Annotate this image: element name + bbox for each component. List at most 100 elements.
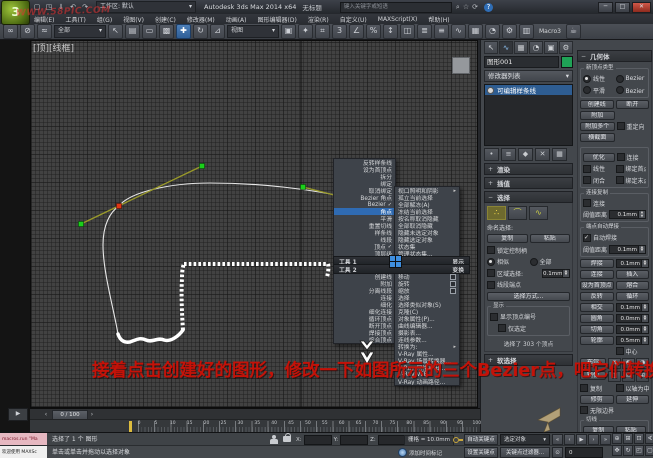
menu-graph-editors[interactable]: 图形编辑器(D) [258,15,297,24]
tab-modify[interactable]: ∿ [499,41,513,54]
field-of-view-icon[interactable]: ∢ [645,433,653,444]
selected-only-checkbox[interactable]: 仅选定 [498,324,567,333]
menu-item[interactable]: 克隆(C) [395,308,459,315]
alike-radio[interactable]: 相似 [487,257,528,266]
reference-coordinate-dropdown[interactable]: 视图▾ [227,25,279,38]
rollout-geometry[interactable]: −几何体 [577,50,652,62]
fillet-button[interactable]: 圆角 [580,314,614,323]
next-frame-button[interactable]: › [588,434,599,445]
menu-item[interactable]: 绑定 [334,180,395,187]
keyboard-override-icon[interactable]: ⌗ [315,24,330,39]
go-to-end-button[interactable]: » [600,434,611,445]
selected-vertex[interactable] [117,204,122,209]
y-coordinate-field[interactable] [340,435,368,445]
extend-button[interactable]: 延伸 [616,395,650,404]
outline-button[interactable]: 轮廓 [580,336,614,345]
menu-item[interactable]: 取消绑定 [334,187,395,194]
menu-animation[interactable]: 动画(A) [226,15,247,24]
menu-item[interactable]: 拆分 [334,173,395,180]
menu-item[interactable]: 连接 [334,294,395,301]
menu-item-bezier[interactable]: Bezier✓ [334,201,395,208]
menu-item[interactable]: 断开顶点 [334,322,395,329]
pan-icon[interactable]: ✥ [612,445,622,456]
refresh-icon[interactable]: ⟳ [472,3,478,12]
orbit-icon[interactable]: ↻ [623,445,633,456]
use-pivot-center-icon[interactable]: ▣ [281,24,296,39]
connect-copy-checkbox[interactable]: 连接 [583,199,646,208]
bulb-icon[interactable] [487,87,494,94]
select-by-name-icon[interactable]: ▤ [125,24,140,39]
key-filters-button[interactable]: 关键点过滤器... [500,447,550,458]
infinite-bounds-checkbox[interactable]: 无限边界 [580,406,649,415]
time-slider-left-arrow[interactable]: ‹ [42,410,50,419]
connect-checkbox[interactable]: 连接 [617,153,647,162]
menu-item[interactable]: 平滑 [334,215,395,222]
rollout-rendering[interactable]: +渲染 [484,163,573,175]
auto-weld-threshold-spinner[interactable]: 0.1mm▲▼ [609,245,646,254]
menu-item-scale[interactable]: 缩放 [395,287,459,294]
help-button[interactable]: ? [484,3,493,12]
go-to-start-button[interactable]: « [552,434,563,445]
menu-item[interactable]: Bezier 角点 [334,194,395,201]
menu-item[interactable]: 连线参数... [395,336,459,343]
mirror-copy-checkbox[interactable]: 复制 [580,384,614,393]
paste-named-selection-button[interactable]: 粘贴 [530,234,571,243]
tab-hierarchy[interactable]: ▦ [514,41,528,54]
bezier-corner-vertex-radio[interactable]: Bezier 角点 [616,86,647,95]
menu-item[interactable]: 对象属性(P)... [395,315,459,322]
menu-item[interactable]: 样条线 [334,229,395,236]
viewport-layout-icon[interactable]: ▢ [645,445,653,456]
modifier-stack[interactable]: 可编辑样条线 [484,84,573,146]
curve-editor-icon[interactable]: ∿ [451,24,466,39]
menu-item[interactable]: 冻结当前选择 [395,208,459,215]
bind-to-spacewarp-icon[interactable]: ≈ [37,24,52,39]
reverse-button[interactable]: 反转 [580,292,614,301]
fillet-spinner[interactable]: 0.0mm▲▼ [616,314,650,323]
menu-item[interactable]: 孤立当前选择 [395,194,459,201]
settings-box-icon[interactable] [450,281,456,287]
menu-item-corner-highlighted[interactable]: 角点 [334,208,395,215]
menu-item[interactable]: 全部取消隐藏 [395,222,459,229]
schematic-view-icon[interactable]: ▦ [468,24,483,39]
vertex-subobject-icon[interactable]: ∴ [487,206,506,220]
menu-item[interactable]: 摄影表... [395,329,459,336]
bind-last-checkbox[interactable]: 绑定末点 [616,176,647,185]
menu-help[interactable]: 帮助(H) [428,15,449,24]
stack-item-editable-spline[interactable]: 可编辑样条线 [485,85,572,95]
chamfer-spinner[interactable]: 0.0mm▲▼ [616,325,650,334]
unlink-selection-icon[interactable]: ⊘ [20,24,35,39]
bezier-handle-point[interactable] [79,222,84,227]
select-by-button[interactable]: 选择方式... [487,292,570,301]
zoom-extents-icon[interactable]: ⊡ [634,433,644,444]
selection-filter-dropdown[interactable]: 全部▾ [54,25,106,38]
search-icon[interactable]: ⌕ [456,3,460,12]
threshold-spinner[interactable]: 0.1mm▲▼ [609,210,646,219]
lock-handles-checkbox[interactable]: 锁定控制柄 [487,246,570,255]
menu-item[interactable]: 隐藏选定对象 [395,236,459,243]
selected-vertices-vertical[interactable] [182,264,184,330]
cycle-button[interactable]: 循环 [616,292,650,301]
menu-item[interactable]: 选择 [395,294,459,301]
outline-spinner[interactable]: 0.5mm▲▼ [616,336,650,345]
menu-item[interactable]: 分离线段 [334,287,395,294]
menu-item[interactable]: 按名称取消隐藏 [395,215,459,222]
layer-manager-icon[interactable]: ≡ [434,24,449,39]
menu-item-move[interactable]: 移动 [395,273,459,280]
bezier-handle-point[interactable] [301,185,306,190]
attach-button[interactable]: 附加 [580,111,615,120]
menu-item[interactable]: 附加 [334,280,395,287]
mini-curve-editor-button[interactable]: ▶ [8,408,28,421]
render-teapot-icon[interactable]: ☕ [566,24,581,39]
mirror-icon[interactable]: ◫ [400,24,415,39]
connect-button[interactable]: 连接 [580,270,614,279]
break-button[interactable]: 断开 [616,100,650,109]
rendered-frame-window-icon[interactable]: ▥ [519,24,534,39]
menu-maxscript[interactable]: MAXScript(X) [378,16,418,23]
attach-multiple-button[interactable]: 附加多个 [580,122,615,131]
configure-modifier-sets-icon[interactable]: ▦ [552,148,567,161]
cross-insert-button[interactable]: 相交 [580,303,614,312]
menu-item[interactable]: 曲线编辑器... [395,322,459,329]
menu-item[interactable]: 隐藏未选定对象 [395,229,459,236]
menu-group[interactable]: 组(G) [97,15,112,24]
timeline-key-marker[interactable] [129,421,132,432]
